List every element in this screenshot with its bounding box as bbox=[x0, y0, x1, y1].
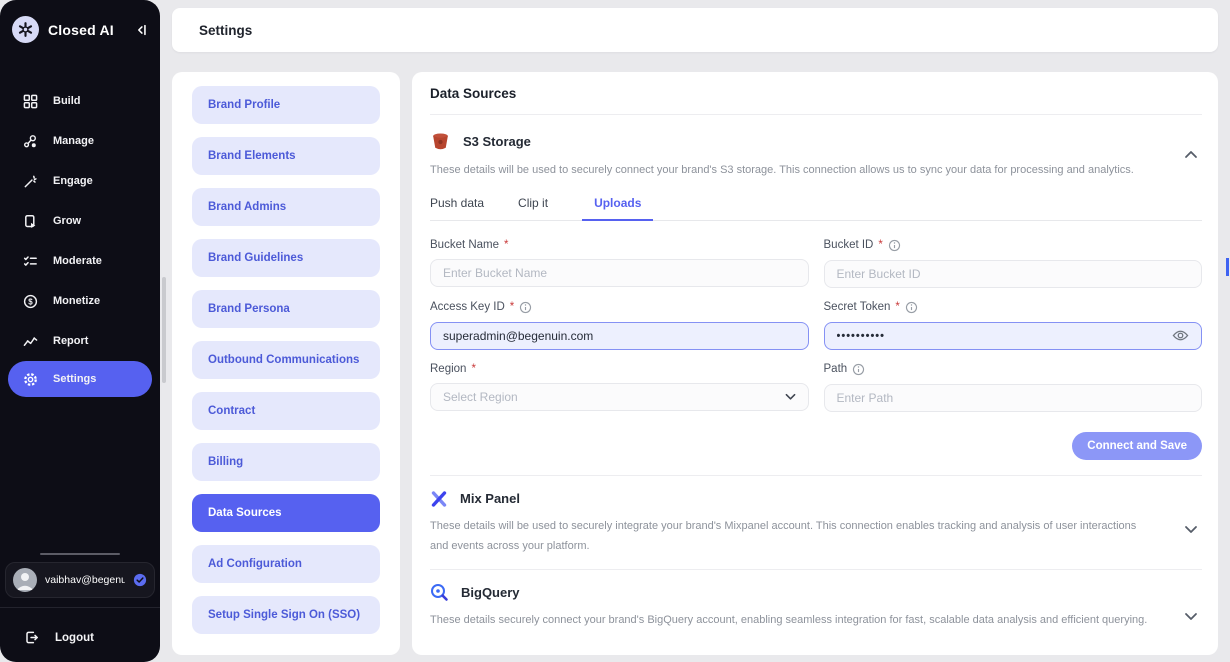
closed-ai-logo-icon bbox=[12, 16, 39, 43]
secret-token-info-icon[interactable] bbox=[905, 301, 918, 314]
bigquery-icon bbox=[430, 583, 449, 602]
bigquery-description: These details securely connect your bran… bbox=[430, 611, 1202, 631]
sidebar: Closed AI Build Manage Engage bbox=[0, 0, 160, 662]
user-profile-chip[interactable]: vaibhav@begenu... bbox=[5, 562, 155, 598]
sidebar-item-report[interactable]: Report bbox=[0, 321, 160, 361]
sidebar-item-label: Engage bbox=[53, 175, 93, 187]
data-sources-panel: Data Sources S3 Storage These details wi… bbox=[412, 72, 1218, 655]
sidebar-item-settings[interactable]: Settings bbox=[8, 361, 152, 397]
user-email: vaibhav@begenu... bbox=[45, 574, 125, 586]
sidebar-item-label: Report bbox=[53, 335, 88, 347]
page-title: Settings bbox=[199, 23, 252, 38]
s3-storage-title: S3 Storage bbox=[463, 134, 531, 149]
sidebar-item-label: Moderate bbox=[53, 255, 102, 267]
settings-nav-billing[interactable]: Billing bbox=[192, 443, 380, 481]
app-title: Closed AI bbox=[48, 22, 125, 38]
verified-badge-icon bbox=[133, 573, 147, 587]
user-avatar bbox=[13, 568, 37, 592]
s3-form: Bucket Name* Bucket ID* bbox=[430, 239, 1202, 425]
report-icon bbox=[22, 333, 38, 349]
sidebar-nav: Build Manage Engage Grow Moderate bbox=[0, 81, 160, 397]
sidebar-item-grow[interactable]: Grow bbox=[0, 201, 160, 241]
sidebar-item-build[interactable]: Build bbox=[0, 81, 160, 121]
region-chevron-down-icon bbox=[785, 393, 796, 401]
path-info-icon[interactable] bbox=[852, 363, 865, 376]
cursor-artifact bbox=[1226, 258, 1229, 276]
secret-token-input[interactable] bbox=[837, 330, 1173, 342]
grow-icon bbox=[22, 213, 38, 229]
access-key-id-label: Access Key ID* bbox=[430, 301, 809, 314]
settings-nav-brand-persona[interactable]: Brand Persona bbox=[192, 290, 380, 328]
logout-button[interactable]: Logout bbox=[24, 630, 94, 645]
sidebar-item-monetize[interactable]: $ Monetize bbox=[0, 281, 160, 321]
page-header: Settings bbox=[172, 8, 1218, 52]
s3-description: These details will be used to securely c… bbox=[430, 161, 1202, 181]
sidebar-item-manage[interactable]: Manage bbox=[0, 121, 160, 161]
settings-nav-sso[interactable]: Setup Single Sign On (SSO) bbox=[192, 596, 380, 634]
settings-nav-brand-profile[interactable]: Brand Profile bbox=[192, 86, 380, 124]
settings-nav-brand-elements[interactable]: Brand Elements bbox=[192, 137, 380, 175]
settings-nav-outbound-communications[interactable]: Outbound Communications bbox=[192, 341, 380, 379]
access-key-id-input[interactable] bbox=[443, 329, 796, 343]
sidebar-item-engage[interactable]: Engage bbox=[0, 161, 160, 201]
region-label: Region* bbox=[430, 363, 809, 375]
path-label: Path bbox=[824, 363, 1203, 376]
access-key-info-icon[interactable] bbox=[519, 301, 532, 314]
settings-nav: Brand Profile Brand Elements Brand Admin… bbox=[172, 72, 400, 655]
build-icon bbox=[22, 93, 38, 109]
logout-icon bbox=[24, 630, 39, 645]
mixpanel-icon bbox=[430, 490, 448, 508]
monetize-icon: $ bbox=[22, 293, 38, 309]
bigquery-expand-chevron-down-icon[interactable] bbox=[1184, 611, 1198, 622]
mixpanel-expand-chevron-down-icon[interactable] bbox=[1184, 524, 1198, 535]
secret-token-label: Secret Token* bbox=[824, 301, 1203, 314]
s3-collapse-chevron-up-icon[interactable] bbox=[1184, 149, 1198, 160]
bigquery-section: BigQuery These details securely connect … bbox=[430, 583, 1202, 631]
collapse-sidebar-icon[interactable] bbox=[134, 23, 148, 37]
data-sources-title: Data Sources bbox=[430, 86, 1202, 115]
path-input[interactable] bbox=[837, 391, 1190, 405]
mixpanel-section: Mix Panel These details will be used to … bbox=[430, 490, 1202, 571]
manage-icon bbox=[22, 133, 38, 149]
bucket-name-input[interactable] bbox=[443, 266, 796, 280]
s3-tabs: Push data Clip it Uploads bbox=[430, 194, 1202, 221]
sidebar-item-label: Settings bbox=[53, 373, 96, 385]
sidebar-footer-divider bbox=[40, 553, 120, 555]
tab-push-data[interactable]: Push data bbox=[430, 194, 484, 220]
moderate-icon bbox=[22, 253, 38, 269]
bucket-id-label: Bucket ID* bbox=[824, 239, 1203, 252]
svg-text:$: $ bbox=[28, 297, 33, 306]
mixpanel-description: These details will be used to securely i… bbox=[430, 517, 1202, 557]
engage-icon bbox=[22, 173, 38, 189]
s3-storage-icon bbox=[430, 131, 451, 152]
bucket-id-input[interactable] bbox=[837, 267, 1190, 281]
bucket-id-info-icon[interactable] bbox=[888, 239, 901, 252]
sidebar-separator bbox=[0, 607, 160, 608]
settings-nav-ad-configuration[interactable]: Ad Configuration bbox=[192, 545, 380, 583]
sidebar-item-label: Grow bbox=[53, 215, 81, 227]
settings-nav-contract[interactable]: Contract bbox=[192, 392, 380, 430]
mixpanel-title: Mix Panel bbox=[460, 491, 520, 506]
sidebar-item-moderate[interactable]: Moderate bbox=[0, 241, 160, 281]
settings-nav-data-sources[interactable]: Data Sources bbox=[192, 494, 380, 532]
bucket-name-label: Bucket Name* bbox=[430, 239, 809, 251]
settings-nav-brand-admins[interactable]: Brand Admins bbox=[192, 188, 380, 226]
logout-label: Logout bbox=[55, 632, 94, 644]
sidebar-scrollbar-thumb[interactable] bbox=[162, 277, 166, 383]
sidebar-item-label: Monetize bbox=[53, 295, 100, 307]
connect-and-save-button[interactable]: Connect and Save bbox=[1072, 432, 1202, 460]
toggle-password-visibility-eye-icon[interactable] bbox=[1172, 329, 1189, 342]
settings-gear-icon bbox=[22, 371, 38, 387]
tab-clip-it[interactable]: Clip it bbox=[518, 194, 548, 220]
tab-uploads[interactable]: Uploads bbox=[582, 194, 653, 221]
sidebar-item-label: Build bbox=[53, 95, 81, 107]
sidebar-item-label: Manage bbox=[53, 135, 94, 147]
settings-nav-brand-guidelines[interactable]: Brand Guidelines bbox=[192, 239, 380, 277]
s3-storage-section: S3 Storage These details will be used to… bbox=[430, 131, 1202, 476]
bigquery-title: BigQuery bbox=[461, 585, 520, 600]
region-select[interactable]: Select Region bbox=[430, 383, 809, 411]
